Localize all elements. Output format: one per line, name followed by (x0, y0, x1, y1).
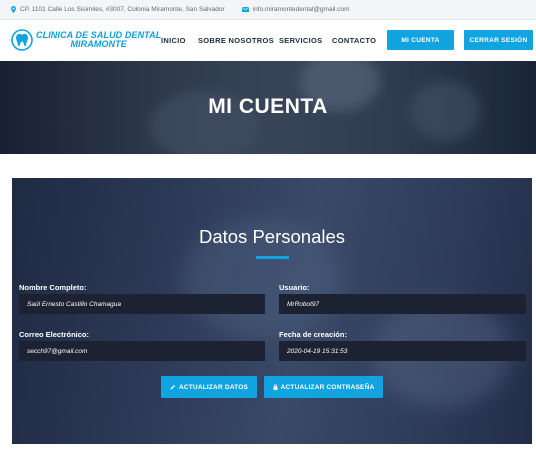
hero-banner: MI CUENTA (0, 61, 536, 154)
email-field[interactable]: secch97@gmail.com (19, 341, 265, 361)
cerrar-sesion-button[interactable]: CERRAR SESIÓN (464, 30, 533, 50)
site-logo[interactable]: CLINICA DE SALUD DENTAL MIRAMONTE (11, 27, 161, 53)
logo-text: CLINICA DE SALUD DENTAL MIRAMONTE (36, 31, 161, 49)
logo-line-2: MIRAMONTE (70, 39, 127, 49)
lock-icon (273, 384, 278, 390)
nav-link-inicio[interactable]: INICIO (161, 36, 186, 45)
full-name-label: Nombre Completo: (19, 283, 87, 292)
email-label: Correo Electrónico: (19, 330, 90, 339)
full-name-field[interactable]: Saúl Ernesto Castillo Chamagua (19, 294, 265, 314)
main-header: CLINICA DE SALUD DENTAL MIRAMONTE INICIO… (0, 20, 536, 61)
update-data-label: ACTUALIZAR DATOS (178, 383, 249, 391)
creation-date-field[interactable]: 2020-04-19 15:31:53 (279, 341, 526, 361)
pencil-icon (170, 384, 176, 390)
nav-link-contacto[interactable]: CONTACTO (332, 36, 376, 45)
profile-title: Datos Personales (198, 226, 346, 247)
email-link[interactable]: info.miramontedental@gmail.com (253, 6, 350, 13)
mi-cuenta-button[interactable]: MI CUENTA (387, 30, 454, 50)
title-underline (256, 256, 289, 259)
nav-link-servicios[interactable]: SERVICIOS (279, 36, 322, 45)
envelope-icon (241, 7, 249, 12)
tooth-icon (11, 27, 33, 53)
nav-link-sobre-nosotros[interactable]: SOBRE NOSOTROS (198, 36, 274, 45)
top-info-bar: CP. 1101 Calle Los Sisimiles, #3007, Col… (0, 0, 536, 20)
profile-panel: Datos Personales Nombre Completo: Saúl E… (12, 178, 532, 444)
page-title: MI CUENTA (208, 95, 328, 118)
email-info[interactable]: info.miramontedental@gmail.com (241, 6, 350, 13)
update-password-button[interactable]: ACTUALIZAR CONTRASEÑA (264, 376, 383, 398)
username-label: Usuario: (279, 283, 310, 292)
creation-date-label: Fecha de creación: (279, 330, 347, 339)
username-field[interactable]: MrRobot97 (279, 294, 526, 314)
address-text: CP. 1101 Calle Los Sisimiles, #3007, Col… (20, 6, 225, 13)
map-pin-icon (11, 6, 16, 13)
update-password-label: ACTUALIZAR CONTRASEÑA (280, 383, 375, 391)
update-data-button[interactable]: ACTUALIZAR DATOS (161, 376, 257, 398)
address-info: CP. 1101 Calle Los Sisimiles, #3007, Col… (11, 6, 225, 13)
